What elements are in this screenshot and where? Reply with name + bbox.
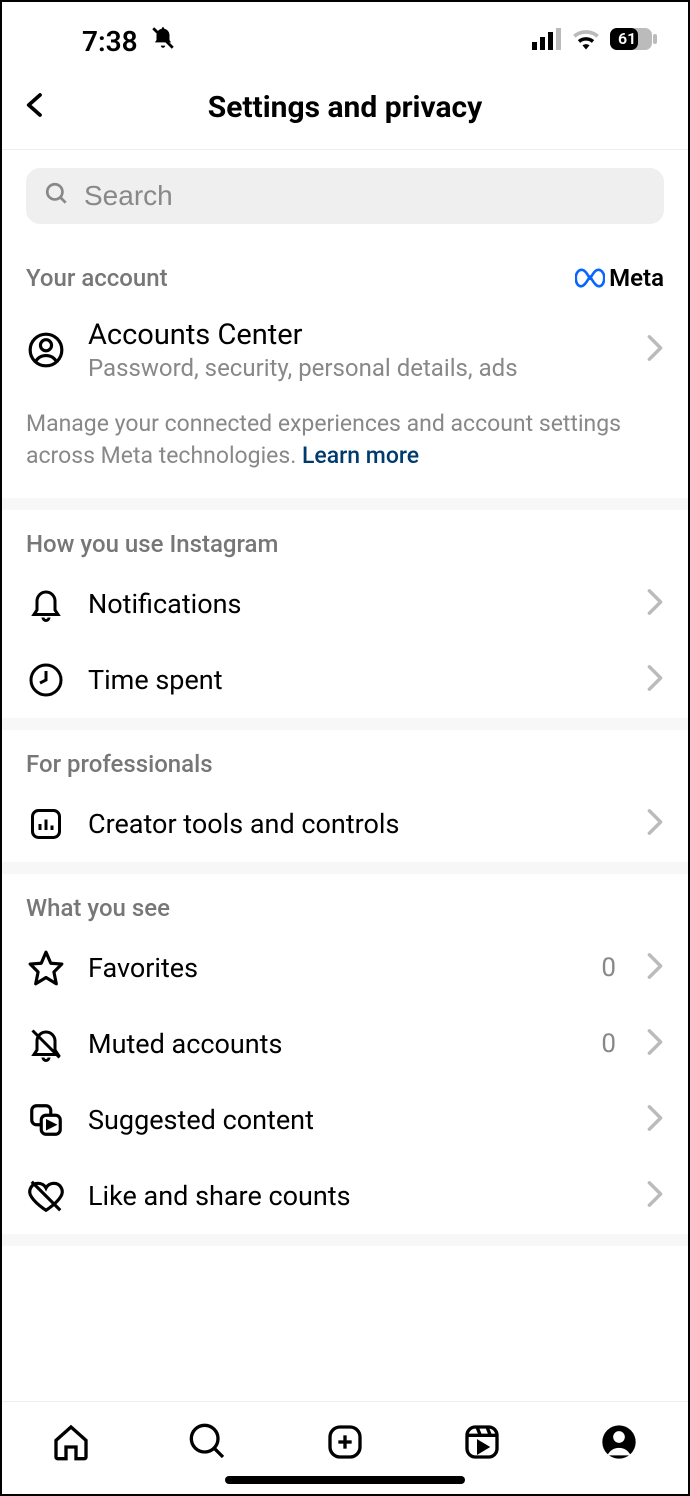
silent-icon (150, 25, 176, 58)
section-title-see: What you see (26, 894, 170, 922)
nav-home[interactable] (49, 1420, 93, 1464)
cellular-icon (532, 28, 562, 54)
chevron-right-icon (646, 808, 664, 840)
divider (2, 1234, 688, 1246)
divider (2, 498, 688, 510)
divider (2, 862, 688, 874)
search-input[interactable] (84, 180, 646, 212)
row-value: 0 (601, 953, 616, 983)
page-title: Settings and privacy (208, 90, 483, 125)
back-button[interactable] (20, 86, 50, 128)
section-title-pro: For professionals (26, 750, 213, 778)
battery-level: 61 (618, 29, 636, 48)
person-circle-icon (26, 330, 66, 370)
page-header: Settings and privacy (2, 72, 688, 150)
section-title-visibility: Who can see your content (2, 1246, 688, 1274)
section-title-usage: How you use Instagram (26, 530, 278, 558)
row-title: Like and share counts (88, 1180, 624, 1212)
chevron-right-icon (646, 664, 664, 696)
row-time-spent[interactable]: Time spent (2, 642, 688, 718)
status-time: 7:38 (82, 25, 138, 58)
row-notifications[interactable]: Notifications (2, 566, 688, 642)
row-suggested[interactable]: Suggested content (2, 1082, 688, 1158)
row-title: Time spent (88, 664, 624, 696)
divider (2, 718, 688, 730)
row-subtitle: Password, security, personal details, ad… (88, 354, 624, 382)
bell-icon (26, 584, 66, 624)
clock-icon (26, 660, 66, 700)
bell-off-icon (26, 1024, 66, 1064)
search-icon (44, 181, 70, 211)
row-favorites[interactable]: Favorites 0 (2, 930, 688, 1006)
row-title: Muted accounts (88, 1028, 579, 1060)
chevron-right-icon (646, 1104, 664, 1136)
chevron-right-icon (646, 1028, 664, 1060)
status-bar: 7:38 61 (2, 2, 688, 72)
chevron-right-icon (646, 588, 664, 620)
nav-reels[interactable] (460, 1420, 504, 1464)
row-title: Creator tools and controls (88, 808, 624, 840)
account-info-text: Manage your connected experiences and ac… (2, 400, 688, 498)
home-indicator (225, 1476, 465, 1484)
chevron-right-icon (646, 1180, 664, 1212)
wifi-icon (572, 28, 600, 54)
star-icon (26, 948, 66, 988)
chart-square-icon (26, 804, 66, 844)
media-icon (26, 1100, 66, 1140)
meta-logo: Meta (575, 264, 664, 292)
row-value: 0 (601, 1029, 616, 1059)
row-title: Accounts Center (88, 318, 624, 352)
battery-icon: 61 (610, 27, 658, 55)
row-muted[interactable]: Muted accounts 0 (2, 1006, 688, 1082)
section-title-account: Your account (26, 264, 168, 292)
row-creator-tools[interactable]: Creator tools and controls (2, 786, 688, 862)
nav-profile[interactable] (597, 1420, 641, 1464)
chevron-right-icon (646, 334, 664, 366)
learn-more-link[interactable]: Learn more (302, 442, 419, 469)
heart-off-icon (26, 1176, 66, 1216)
row-accounts-center[interactable]: Accounts Center Password, security, pers… (2, 300, 688, 400)
row-like-share[interactable]: Like and share counts (2, 1158, 688, 1234)
row-title: Notifications (88, 588, 624, 620)
nav-search[interactable] (186, 1420, 230, 1464)
chevron-right-icon (646, 952, 664, 984)
row-title: Suggested content (88, 1104, 624, 1136)
nav-create[interactable] (323, 1420, 367, 1464)
row-title: Favorites (88, 952, 579, 984)
search-box[interactable] (26, 168, 664, 224)
